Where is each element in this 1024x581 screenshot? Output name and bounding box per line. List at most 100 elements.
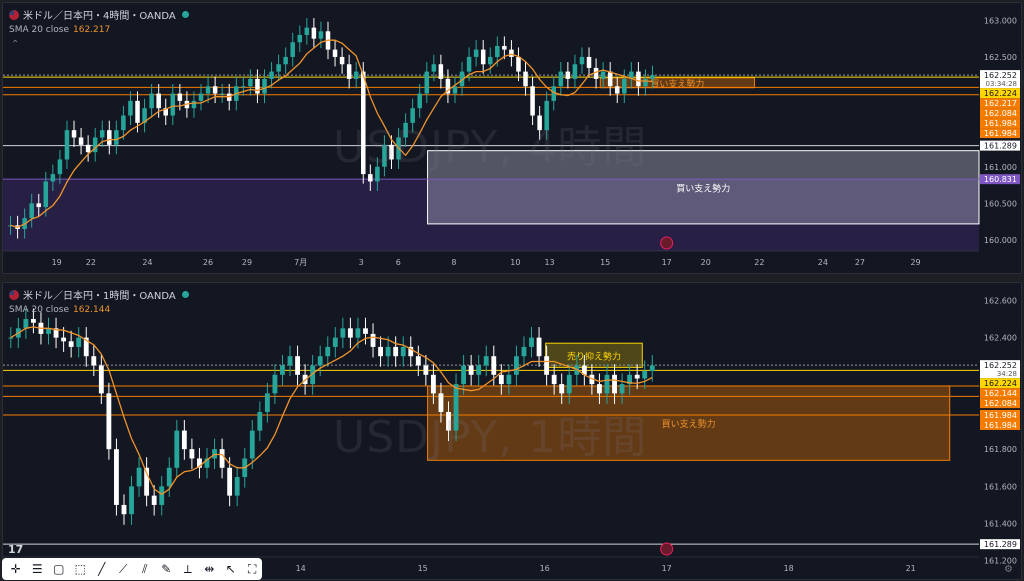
x-tick-label: 15 [418, 564, 428, 573]
candle-body [29, 203, 34, 219]
sma-value: 162.217 [73, 25, 111, 35]
price-tag-label: 161.984 [984, 411, 1017, 420]
candle-body [166, 467, 172, 487]
x-tick-label: 22 [754, 258, 764, 267]
candle-body [61, 337, 67, 342]
x-tick-label: 24 [818, 258, 828, 267]
symbol-legend[interactable]: 米ドル／日本円・4時間・OANDA [9, 7, 189, 22]
candle-body [607, 71, 613, 87]
candle-body [283, 56, 288, 65]
candle-body [304, 27, 310, 35]
price-tag-label: 161.984 [984, 421, 1017, 430]
candle-body [650, 75, 655, 79]
x-tick-label: 26 [203, 258, 213, 267]
candle-body [353, 71, 359, 79]
symbol-legend[interactable]: 米ドル／日本円・1時間・OANDA [9, 287, 189, 302]
candle-body [280, 365, 285, 375]
lightning-event-icon [660, 236, 674, 250]
candle-body [128, 100, 133, 116]
price-tag-label: 162.252 [984, 71, 1017, 80]
price-tag-label: 162.144 [984, 389, 1017, 398]
trend-line-icon[interactable]: ╱ [92, 560, 112, 578]
candle-body [487, 56, 493, 65]
candle-body [219, 449, 225, 468]
market-status-icon [181, 291, 189, 298]
candle-body [491, 356, 497, 375]
candle-body [424, 71, 430, 94]
candle-body [400, 346, 406, 357]
drawing-toolbar: ✛ ☰ ▢ ⬚ ╱ ⟋ ⫽ ✎ ⟂ ⇹ ↖ ⛶ [2, 558, 262, 580]
candle-body [78, 137, 84, 145]
candle-body [619, 384, 625, 394]
pointer-icon[interactable]: ↖ [221, 560, 241, 578]
tradingview-logo: 17 [8, 543, 24, 556]
chart-panel-1h[interactable]: 売り抑え勢力 買い支え勢力 162.600 162.400 161.800 161.600… [2, 282, 1022, 580]
sma-legend[interactable]: SMA 20 close 162.144 [9, 305, 110, 315]
candle-body [516, 56, 521, 72]
settings-gear-icon[interactable]: ⚙ [1004, 564, 1013, 575]
candle-body [431, 64, 437, 72]
price-axis [979, 283, 1021, 579]
candle-body [325, 346, 331, 357]
x-tick-label: 8 [451, 258, 456, 267]
horizontal-lines-icon[interactable]: ☰ [28, 560, 48, 578]
candle-body [57, 159, 63, 175]
candle-body [600, 71, 606, 79]
candle-body [597, 384, 602, 394]
candle-body [241, 86, 246, 88]
price-tag-label: 161.984 [984, 119, 1017, 128]
y-tick-label: 160.500 [984, 199, 1017, 208]
y-tick-label: 161.800 [984, 445, 1017, 454]
brush-icon[interactable]: ✎ [157, 560, 177, 578]
candle-body [170, 93, 176, 116]
path-icon[interactable]: ⟋ [114, 560, 134, 578]
chart-panel-4h[interactable]: 買い支え勢力 買い支え勢力 163.000 162.500 161.000 160.500… [2, 2, 1022, 274]
rectangle-icon[interactable]: ⬚ [71, 560, 91, 578]
candle-body [586, 56, 592, 68]
long-short-icon[interactable]: ⟂ [178, 560, 198, 578]
price-tag-label: 161.984 [984, 129, 1017, 138]
candle-body [255, 78, 260, 94]
candle-body [347, 328, 353, 338]
candle-body [99, 130, 105, 138]
candle-body [264, 393, 270, 412]
price-tag-label: 160.831 [984, 175, 1017, 184]
candle-body [523, 71, 528, 87]
text-note-icon[interactable]: ▢ [49, 560, 69, 578]
magnet-icon[interactable]: ⛶ [243, 560, 263, 578]
x-tick-label: 13 [544, 258, 554, 267]
candle-body [551, 374, 557, 385]
y-tick-label: 162.400 [984, 334, 1017, 343]
candle-body [76, 337, 82, 347]
candle-body [177, 93, 183, 101]
candle-body [355, 328, 361, 338]
zone-label: 売り抑え勢力 [567, 350, 621, 362]
candle-body [622, 78, 627, 94]
candle-body [317, 356, 323, 366]
x-tick-label: 20 [701, 258, 711, 267]
zone-label: 買い支え勢力 [662, 418, 716, 430]
measure-icon[interactable]: ⇹ [200, 560, 220, 578]
candle-body [135, 100, 140, 123]
y-tick-label: 161.600 [984, 482, 1017, 491]
candle-body [393, 346, 399, 357]
candle-body [509, 49, 514, 57]
candle-body [363, 328, 368, 334]
candle-body [151, 495, 157, 505]
candle-body [36, 203, 42, 208]
us-flag-icon [9, 9, 19, 20]
candle-body [212, 86, 218, 94]
candle-body [332, 49, 338, 57]
sma-label: SMA 20 close [9, 305, 69, 315]
x-tick-label: 21 [906, 564, 916, 573]
chevron-up-icon[interactable]: ⌃ [11, 39, 19, 50]
y-tick-label: 161.400 [984, 520, 1017, 529]
cursor-crosshair-icon[interactable]: ✛ [6, 560, 26, 578]
candle-body [297, 34, 303, 43]
sma-value: 162.144 [73, 305, 111, 315]
pitchfork-icon[interactable]: ⫽ [135, 560, 155, 578]
candle-body [234, 477, 240, 496]
candle-body [64, 130, 70, 160]
candle-body [156, 93, 161, 109]
sma-legend[interactable]: SMA 20 close 162.217 [9, 25, 110, 35]
